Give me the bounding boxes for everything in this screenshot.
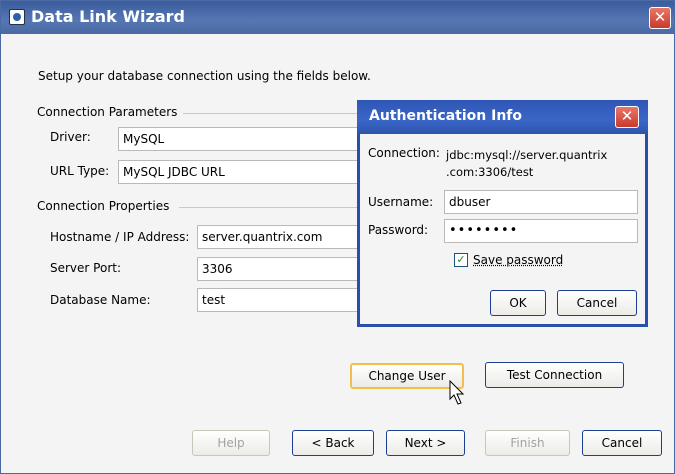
- connection-url-line2: .com:3306/test: [446, 165, 534, 179]
- database-name-label: Database Name:: [50, 293, 151, 307]
- ok-button[interactable]: OK: [490, 290, 546, 316]
- back-button[interactable]: < Back: [292, 430, 374, 456]
- connection-url-line1: jdbc:mysql://server.quantrix: [446, 148, 608, 162]
- dialog-cancel-button[interactable]: Cancel: [557, 290, 637, 316]
- username-field[interactable]: dbuser: [444, 190, 638, 214]
- change-user-button[interactable]: Change User: [350, 363, 464, 389]
- connection-label: Connection:: [368, 146, 440, 160]
- dialog-title: Authentication Info: [369, 108, 522, 124]
- section-divider: [179, 207, 361, 208]
- password-label: Password:: [368, 223, 429, 237]
- connection-properties-title: Connection Properties: [37, 199, 176, 213]
- server-port-field[interactable]: 3306: [197, 257, 363, 281]
- url-type-label: URL Type:: [50, 164, 110, 178]
- test-connection-button[interactable]: Test Connection: [485, 362, 624, 388]
- help-button[interactable]: Help: [192, 430, 270, 456]
- finish-button[interactable]: Finish: [485, 430, 570, 456]
- password-field[interactable]: ••••••••: [444, 219, 638, 243]
- next-button[interactable]: Next >: [386, 430, 465, 456]
- hostname-field[interactable]: server.quantrix.com: [197, 225, 363, 249]
- server-port-label: Server Port:: [50, 261, 121, 275]
- window-title: Data Link Wizard: [31, 7, 185, 26]
- database-name-field[interactable]: test: [197, 288, 363, 312]
- url-type-select[interactable]: MySQL JDBC URL: [118, 160, 363, 184]
- driver-select[interactable]: MySQL: [118, 127, 363, 151]
- username-label: Username:: [368, 195, 434, 209]
- app-icon: [9, 9, 25, 25]
- save-password-checkbox[interactable]: ✓: [454, 253, 468, 267]
- save-password-label[interactable]: Save password: [473, 253, 563, 267]
- section-divider: [181, 113, 361, 114]
- intro-text: Setup your database connection using the…: [38, 69, 371, 83]
- dialog-close-icon[interactable]: ✕: [615, 106, 639, 128]
- hostname-label: Hostname / IP Address:: [50, 230, 190, 244]
- driver-label: Driver:: [50, 130, 91, 144]
- cancel-button[interactable]: Cancel: [582, 430, 662, 456]
- window-title-bar[interactable]: Data Link Wizard ✕: [1, 1, 674, 34]
- authentication-info-dialog: Authentication Info ✕ Connection: jdbc:m…: [357, 100, 648, 327]
- dialog-title-bar[interactable]: Authentication Info ✕: [357, 100, 648, 134]
- close-icon[interactable]: ✕: [649, 7, 671, 29]
- mouse-cursor-icon: [449, 380, 465, 405]
- connection-parameters-title: Connection Parameters: [37, 105, 184, 119]
